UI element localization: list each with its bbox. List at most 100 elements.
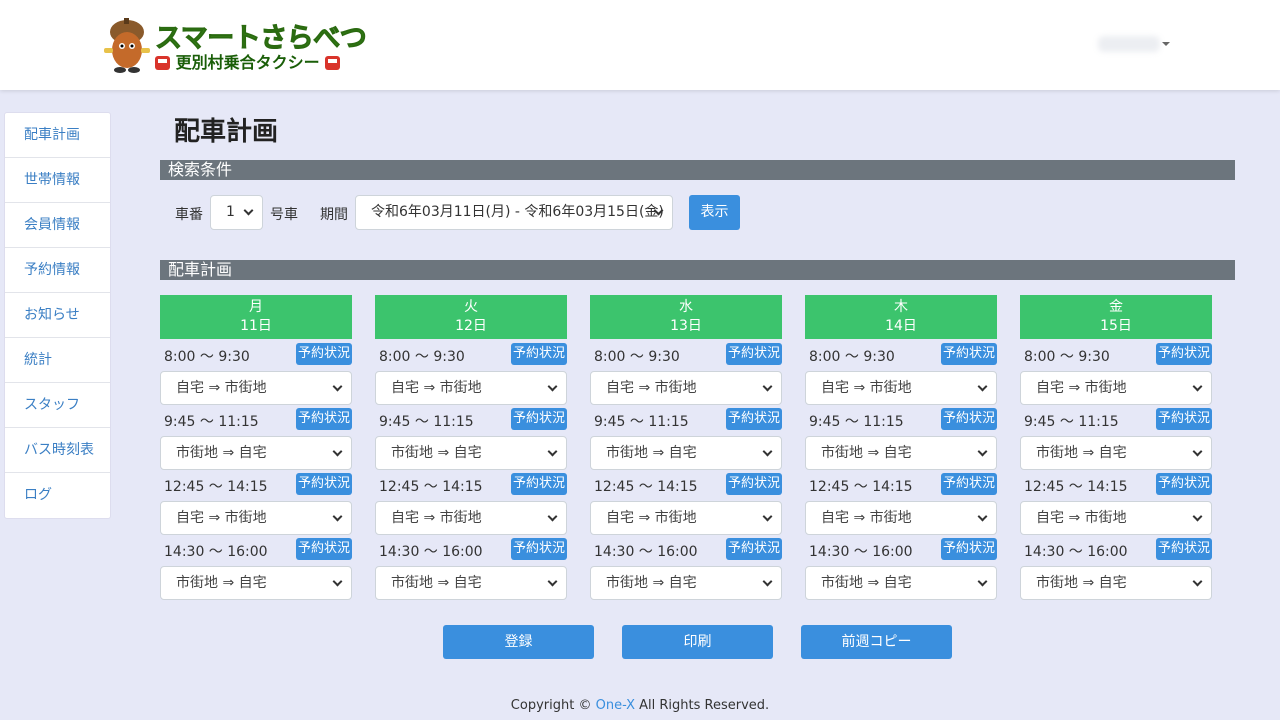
- route-select[interactable]: 自宅 ⇒ 市街地: [375, 371, 567, 405]
- route-select[interactable]: 市街地 ⇒ 自宅: [375, 436, 567, 470]
- route-select[interactable]: 市街地 ⇒ 自宅: [590, 566, 782, 600]
- print-button[interactable]: 印刷: [622, 625, 773, 659]
- day-name: 金: [1109, 299, 1123, 315]
- time-slot: 8:00 〜 9:30 予約状況 自宅 ⇒ 市街地: [375, 339, 567, 405]
- route-value: 自宅 ⇒ 市街地: [1036, 380, 1127, 396]
- route-select[interactable]: 自宅 ⇒ 市街地: [160, 371, 352, 405]
- route-select[interactable]: 市街地 ⇒ 自宅: [1020, 436, 1212, 470]
- reservation-status-button[interactable]: 予約状況: [511, 473, 567, 495]
- day-header: 木 14日: [805, 295, 997, 339]
- route-select[interactable]: 市街地 ⇒ 自宅: [805, 566, 997, 600]
- reservation-status-button[interactable]: 予約状況: [511, 408, 567, 430]
- reservation-status-button[interactable]: 予約状況: [1156, 473, 1212, 495]
- sidebar-item-log[interactable]: ログ: [5, 473, 110, 518]
- sidebar-item-dispatch-plan[interactable]: 配車計画: [5, 113, 110, 158]
- route-select[interactable]: 自宅 ⇒ 市街地: [160, 501, 352, 535]
- route-select[interactable]: 市街地 ⇒ 自宅: [805, 436, 997, 470]
- route-select[interactable]: 自宅 ⇒ 市街地: [1020, 501, 1212, 535]
- reservation-status-button[interactable]: 予約状況: [1156, 538, 1212, 560]
- reservation-status-button[interactable]: 予約状況: [511, 343, 567, 365]
- day-date: 15日: [1100, 318, 1132, 334]
- chevron-down-icon: [762, 576, 773, 587]
- slot-time: 12:45 〜 14:15: [164, 479, 268, 495]
- reservation-status-button[interactable]: 予約状況: [1156, 408, 1212, 430]
- route-value: 自宅 ⇒ 市街地: [821, 510, 912, 526]
- sidebar-item-notices[interactable]: お知らせ: [5, 293, 110, 338]
- reservation-status-button[interactable]: 予約状況: [726, 538, 782, 560]
- reservation-status-button[interactable]: 予約状況: [511, 538, 567, 560]
- logo-subtitle: 更別村乗合タクシー: [175, 53, 320, 72]
- reservation-status-button[interactable]: 予約状況: [941, 408, 997, 430]
- route-select[interactable]: 市街地 ⇒ 自宅: [1020, 566, 1212, 600]
- day-column: 木 14日 8:00 〜 9:30 予約状況 自宅 ⇒ 市街地 9:45 〜 11:15 予…: [805, 295, 997, 605]
- route-select[interactable]: 自宅 ⇒ 市街地: [375, 501, 567, 535]
- sidebar-item-staff[interactable]: スタッフ: [5, 383, 110, 428]
- route-select[interactable]: 市街地 ⇒ 自宅: [590, 436, 782, 470]
- chevron-down-icon: [1192, 381, 1203, 392]
- sidebar-item-bus-timetable[interactable]: バス時刻表: [5, 428, 110, 473]
- route-select[interactable]: 自宅 ⇒ 市街地: [805, 371, 997, 405]
- time-slot: 12:45 〜 14:15 予約状況自宅 ⇒ 市街地: [805, 469, 997, 535]
- period-select[interactable]: 令和6年03月11日(月) - 令和6年03月15日(金): [355, 195, 673, 230]
- reservation-status-button[interactable]: 予約状況: [296, 473, 352, 495]
- reservation-status-button[interactable]: 予約状況: [1156, 343, 1212, 365]
- route-select[interactable]: 市街地 ⇒ 自宅: [375, 566, 567, 600]
- user-menu[interactable]: [1098, 33, 1172, 55]
- app-logo[interactable]: スマートさらべつ 更別村乗合タクシー: [103, 16, 383, 76]
- reservation-status-button[interactable]: 予約状況: [726, 408, 782, 430]
- time-slot: 8:00 〜 9:30 予約状況自宅 ⇒ 市街地: [160, 339, 352, 405]
- slot-time: 9:45 〜 11:15: [594, 414, 689, 430]
- reservation-status-button[interactable]: 予約状況: [296, 538, 352, 560]
- route-select[interactable]: 自宅 ⇒ 市街地: [805, 501, 997, 535]
- chevron-down-icon: [1192, 511, 1203, 522]
- sidebar-item-household[interactable]: 世帯情報: [5, 158, 110, 203]
- slot-time: 8:00 〜 9:30: [164, 349, 250, 365]
- route-value: 市街地 ⇒ 自宅: [176, 445, 267, 461]
- route-select[interactable]: 市街地 ⇒ 自宅: [160, 436, 352, 470]
- car-number-select[interactable]: 1: [210, 195, 263, 230]
- time-slot: 9:45 〜 11:15 予約状況市街地 ⇒ 自宅: [590, 404, 782, 470]
- chevron-down-icon: [977, 381, 988, 392]
- company-link[interactable]: One-X: [596, 698, 635, 713]
- chevron-down-icon: [332, 381, 343, 392]
- chevron-down-icon: [762, 446, 773, 457]
- slot-time: 12:45 〜 14:15: [809, 479, 913, 495]
- route-value: 自宅 ⇒ 市街地: [821, 380, 912, 396]
- slot-time: 12:45 〜 14:15: [1024, 479, 1128, 495]
- route-select[interactable]: 自宅 ⇒ 市街地: [1020, 371, 1212, 405]
- time-slot: 12:45 〜 14:15 予約状況 自宅 ⇒ 市街地: [375, 469, 567, 535]
- register-button[interactable]: 登録: [443, 625, 594, 659]
- reservation-status-button[interactable]: 予約状況: [726, 473, 782, 495]
- route-select[interactable]: 自宅 ⇒ 市街地: [590, 371, 782, 405]
- reservation-status-button[interactable]: 予約状況: [941, 343, 997, 365]
- sidebar-item-reservations[interactable]: 予約情報: [5, 248, 110, 293]
- copyright-rights: All Rights Reserved.: [635, 698, 770, 713]
- day-date: 14日: [885, 318, 917, 334]
- route-select[interactable]: 自宅 ⇒ 市街地: [590, 501, 782, 535]
- copy-prev-week-button[interactable]: 前週コピー: [801, 625, 952, 659]
- route-value: 市街地 ⇒ 自宅: [821, 445, 912, 461]
- day-name: 木: [894, 299, 908, 315]
- route-value: 市街地 ⇒ 自宅: [1036, 445, 1127, 461]
- day-header: 水 13日: [590, 295, 782, 339]
- sidebar-item-statistics[interactable]: 統計: [5, 338, 110, 383]
- reservation-status-button[interactable]: 予約状況: [941, 538, 997, 560]
- time-slot: 14:30 〜 16:00 予約状況 市街地 ⇒ 自宅: [805, 534, 997, 600]
- reservation-status-button[interactable]: 予約状況: [941, 473, 997, 495]
- reservation-status-button[interactable]: 予約状況: [296, 343, 352, 365]
- chevron-down-icon: [1192, 446, 1203, 457]
- slot-time: 8:00 〜 9:30: [1024, 349, 1110, 365]
- day-column: 火 12日 8:00 〜 9:30 予約状況 自宅 ⇒ 市街地 9:45 〜 11:15 予…: [375, 295, 567, 605]
- chevron-down-icon: [977, 576, 988, 587]
- day-column: 金 15日 8:00 〜 9:30 予約状況 自宅 ⇒ 市街地 9:45 〜 11:15 予…: [1020, 295, 1212, 605]
- day-date: 12日: [455, 318, 487, 334]
- reservation-status-button[interactable]: 予約状況: [726, 343, 782, 365]
- show-button[interactable]: 表示: [689, 195, 740, 230]
- car-number-value: 1: [226, 204, 235, 220]
- route-value: 自宅 ⇒ 市街地: [176, 380, 267, 396]
- slot-time: 9:45 〜 11:15: [1024, 414, 1119, 430]
- route-select[interactable]: 市街地 ⇒ 自宅: [160, 566, 352, 600]
- reservation-status-button[interactable]: 予約状況: [296, 408, 352, 430]
- route-value: 自宅 ⇒ 市街地: [391, 510, 482, 526]
- sidebar-item-members[interactable]: 会員情報: [5, 203, 110, 248]
